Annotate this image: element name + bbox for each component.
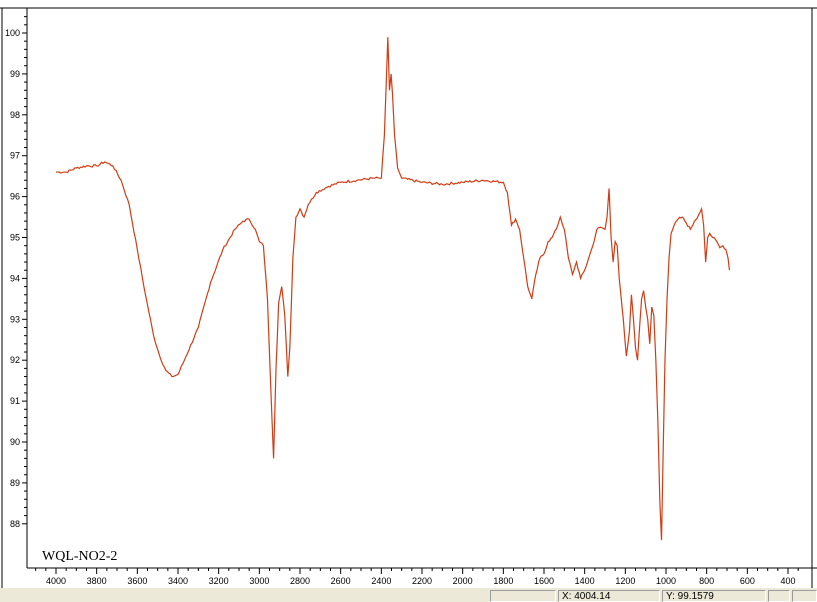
status-cell-extra — [768, 590, 790, 602]
x-tick-label: 1400 — [575, 576, 595, 586]
y-tick-label: 91 — [10, 396, 20, 406]
y-tick-label: 99 — [10, 69, 20, 79]
status-cell-empty — [490, 590, 556, 602]
y-tick-label: 93 — [10, 314, 20, 324]
x-tick-label: 4000 — [46, 576, 66, 586]
y-coordinate-readout: Y: 99.1579 — [662, 590, 766, 602]
y-tick-label: 98 — [10, 110, 20, 120]
spectrum-window: 88 89 90 91 92 93 94 95 96 97 98 99 100 4000 3800 3600… — [0, 0, 817, 602]
x-tick-label: 3200 — [209, 576, 229, 586]
x-tick-label: 3800 — [87, 576, 107, 586]
y-tick-label: 92 — [10, 355, 20, 365]
y-tick-label: 96 — [10, 192, 20, 202]
spectrum-plot[interactable]: 88 89 90 91 92 93 94 95 96 97 98 99 100 4000 3800 3600… — [0, 0, 817, 590]
x-tick-label: 3000 — [249, 576, 269, 586]
y-tick-label: 100 — [5, 28, 20, 38]
x-tick-label: 2800 — [290, 576, 310, 586]
status-indicator — [792, 590, 817, 602]
x-tick-label: 1200 — [615, 576, 635, 586]
y-tick-label: 97 — [10, 151, 20, 161]
x-tick-label: 800 — [699, 576, 714, 586]
x-tick-label: 2000 — [453, 576, 473, 586]
x-coordinate-readout: X: 4004.14 — [558, 590, 660, 602]
x-tick-label: 1000 — [656, 576, 676, 586]
x-tick-label: 2400 — [371, 576, 391, 586]
x-tick-label: 3600 — [127, 576, 147, 586]
x-tick-label: 600 — [740, 576, 755, 586]
plot-area — [0, 0, 817, 588]
y-tick-label: 90 — [10, 437, 20, 447]
status-bar: X: 4004.14 Y: 99.1579 — [0, 588, 817, 602]
x-tick-label: 2600 — [331, 576, 351, 586]
y-tick-label: 88 — [10, 519, 20, 529]
x-tick-label: 400 — [780, 576, 795, 586]
x-tick-label: 2200 — [412, 576, 432, 586]
x-tick-label: 1600 — [534, 576, 554, 586]
y-tick-label: 89 — [10, 478, 20, 488]
y-tick-label: 94 — [10, 273, 20, 283]
x-tick-label: 1800 — [493, 576, 513, 586]
x-tick-label: 3400 — [168, 576, 188, 586]
sample-label: WQL-NO2-2 — [42, 549, 117, 564]
y-tick-label: 95 — [10, 233, 20, 243]
